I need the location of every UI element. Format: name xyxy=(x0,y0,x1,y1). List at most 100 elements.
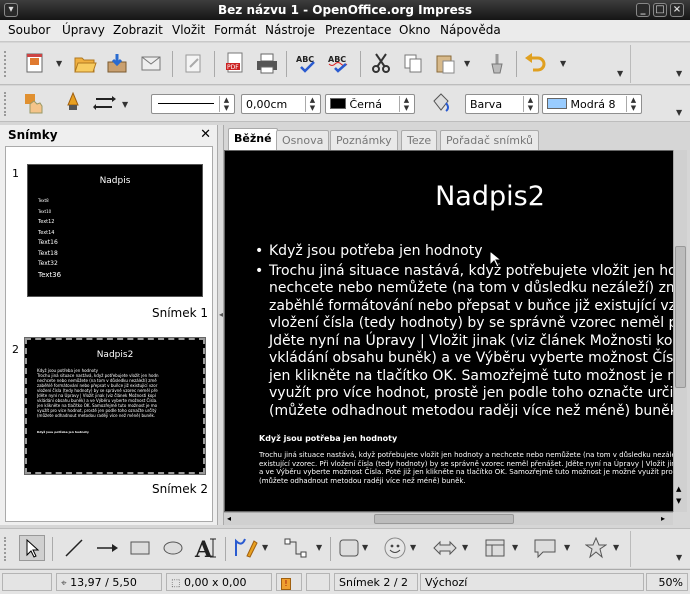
select-icon[interactable] xyxy=(19,535,45,561)
basic-shapes-icon[interactable] xyxy=(336,535,362,561)
slide-thumbnail-1[interactable]: Nadpis Text8 Text10 Text12 Text14 Text16… xyxy=(27,164,203,297)
paste-dropdown-icon[interactable]: ▼ xyxy=(464,59,470,68)
callouts-dropdown-icon[interactable]: ▼ xyxy=(564,543,570,552)
new-dropdown-icon[interactable]: ▼ xyxy=(56,59,62,68)
menu-napoveda[interactable]: Nápověda xyxy=(440,23,501,37)
line-color-select[interactable]: Černá ▲ ▼ xyxy=(325,94,415,114)
toolbar-overflow-icon-2[interactable]: ▼ xyxy=(676,69,682,78)
area-fill-icon[interactable] xyxy=(428,90,454,116)
spellcheck-icon[interactable]: ABC xyxy=(294,50,320,76)
vertical-scrollbar[interactable]: ▲ ▼ xyxy=(673,150,687,512)
scroll-down-icon[interactable]: ▼ xyxy=(676,498,681,505)
fill-type-select[interactable]: Barva ▲ ▼ xyxy=(465,94,539,114)
block-arrows-icon[interactable] xyxy=(432,535,458,561)
drawing-toolbar: A ▼ ▼ ▼ ▼ ▼ ▼ ▼ ▼ ▼ xyxy=(0,528,690,568)
slide-thumbnail-2[interactable]: Nadpis2 Když jsou potřeba jen hodnoty Tr… xyxy=(24,337,206,475)
open-folder-icon[interactable] xyxy=(72,50,98,76)
toolbar-grip[interactable] xyxy=(4,92,7,116)
clone-formatting-icon[interactable] xyxy=(484,50,510,76)
text-tool-icon[interactable]: A xyxy=(193,535,219,561)
zoom-indicator[interactable]: 50% xyxy=(646,573,688,591)
basic-shapes-dropdown-icon[interactable]: ▼ xyxy=(362,543,368,552)
stars-icon[interactable] xyxy=(583,535,609,561)
export-pdf-icon[interactable]: PDF xyxy=(222,50,248,76)
new-document-icon[interactable] xyxy=(22,50,48,76)
connector-icon[interactable] xyxy=(283,535,309,561)
line-tool-icon[interactable] xyxy=(61,535,87,561)
line-width-value: 0,00cm xyxy=(246,98,288,111)
arrow-style-dropdown-icon[interactable]: ▼ xyxy=(122,100,128,109)
scroll-right-icon[interactable]: ▸ xyxy=(661,514,665,523)
basic-shapes-hand-icon[interactable] xyxy=(20,90,46,116)
rectangle-icon[interactable] xyxy=(127,535,153,561)
line-fill-toolbar: ▼ ▲ ▼ 0,00cm ▲ ▼ Černá ▲ ▼ Barva ▲ ▼ Modrá 8… xyxy=(0,86,690,122)
undo-dropdown-icon[interactable]: ▼ xyxy=(560,59,566,68)
ellipse-icon[interactable] xyxy=(160,535,186,561)
collapse-panel-icon[interactable]: ◂ xyxy=(219,310,223,319)
vertical-scroll-thumb[interactable] xyxy=(675,246,686,388)
close-icon[interactable]: × xyxy=(670,3,684,17)
flowchart-dropdown-icon[interactable]: ▼ xyxy=(512,543,518,552)
toolbar-overflow-icon-4[interactable]: ▼ xyxy=(676,553,682,562)
scroll-up-icon[interactable]: ▲ xyxy=(676,486,681,493)
flowchart-icon[interactable] xyxy=(482,535,508,561)
slide-bullet-list[interactable]: Když jsou potřeba jen hodnoty Trochu jin… xyxy=(255,243,684,422)
layout-indicator[interactable]: Výchozí xyxy=(420,573,644,591)
slide-bullet[interactable]: Když jsou potřeba jen hodnoty xyxy=(255,243,684,261)
menu-prezentace[interactable]: Prezentace xyxy=(325,23,391,37)
horizontal-scrollbar[interactable]: ◂ ▸ xyxy=(224,512,673,525)
menu-format[interactable]: Formát xyxy=(214,23,256,37)
close-panel-icon[interactable]: ✕ xyxy=(200,127,211,142)
curve-dropdown-icon[interactable]: ▼ xyxy=(262,543,268,552)
notes-title[interactable]: Když jsou potřeba jen hodnoty xyxy=(259,434,397,443)
curve-icon[interactable] xyxy=(233,535,259,561)
menu-zobrazit[interactable]: Zobrazit xyxy=(113,23,163,37)
block-arrows-dropdown-icon[interactable]: ▼ xyxy=(462,543,468,552)
callouts-icon[interactable] xyxy=(532,535,558,561)
line-width-field[interactable]: 0,00cm ▲ ▼ xyxy=(241,94,321,114)
connector-dropdown-icon[interactable]: ▼ xyxy=(316,543,322,552)
cut-icon[interactable] xyxy=(368,50,394,76)
tab-osnova[interactable]: Osnova xyxy=(276,130,330,150)
toolbar-grip[interactable] xyxy=(4,51,7,77)
slide-bullet[interactable]: Trochu jiná situace nastává, když potřeb… xyxy=(255,263,684,421)
horizontal-scroll-thumb[interactable] xyxy=(374,514,514,524)
menu-nastroje[interactable]: Nástroje xyxy=(265,23,315,37)
tab-poznamky[interactable]: Poznámky xyxy=(330,130,398,150)
autospellcheck-icon[interactable]: ABC xyxy=(326,50,352,76)
toolbar-overflow-icon-3[interactable]: ▼ xyxy=(676,108,682,117)
menu-vlozit[interactable]: Vložit xyxy=(172,23,205,37)
line-style-icon[interactable] xyxy=(60,90,86,116)
menu-okno[interactable]: Okno xyxy=(399,23,430,37)
line-arrow-icon[interactable] xyxy=(94,535,120,561)
minimize-icon[interactable]: _ xyxy=(636,3,650,17)
symbol-shapes-dropdown-icon[interactable]: ▼ xyxy=(410,543,416,552)
stars-dropdown-icon[interactable]: ▼ xyxy=(613,543,619,552)
thumb-title: Nadpis xyxy=(99,176,131,186)
edit-file-icon[interactable] xyxy=(180,50,206,76)
arrow-style-icon[interactable] xyxy=(92,90,118,116)
slide-title[interactable]: Nadpis2 xyxy=(225,181,684,212)
tab-teze[interactable]: Teze xyxy=(401,130,438,150)
fill-color-select[interactable]: Modrá 8 ▲ ▼ xyxy=(542,94,642,114)
tab-bezne[interactable]: Běžné xyxy=(228,128,278,150)
scroll-left-icon[interactable]: ◂ xyxy=(227,514,231,523)
line-style-select[interactable]: ▲ ▼ xyxy=(151,94,235,114)
menu-soubor[interactable]: Soubor xyxy=(8,23,50,37)
copy-icon[interactable] xyxy=(400,50,426,76)
symbol-shapes-icon[interactable] xyxy=(382,535,408,561)
email-icon[interactable] xyxy=(138,50,164,76)
paste-icon[interactable] xyxy=(432,50,458,76)
save-icon[interactable] xyxy=(104,50,130,76)
toolbar-overflow-icon[interactable]: ▼ xyxy=(617,69,623,78)
slide-canvas[interactable]: Nadpis2 Když jsou potřeba jen hodnoty Tr… xyxy=(224,150,685,512)
print-icon[interactable] xyxy=(254,50,280,76)
undo-icon[interactable] xyxy=(522,50,548,76)
thumb-bullets: Text8 Text10 Text12 Text14 Text16 Text18… xyxy=(38,198,62,279)
tab-poradac-snimku[interactable]: Pořadač snímků xyxy=(440,130,539,150)
maximize-icon[interactable]: □ xyxy=(653,3,667,17)
menu-upravy[interactable]: Úpravy xyxy=(62,23,105,37)
toolbar-grip[interactable] xyxy=(4,537,7,561)
notes-body[interactable]: Trochu jiná situace nastává, když potřeb… xyxy=(259,451,684,485)
document-modified-indicator[interactable]: ! xyxy=(276,573,302,591)
